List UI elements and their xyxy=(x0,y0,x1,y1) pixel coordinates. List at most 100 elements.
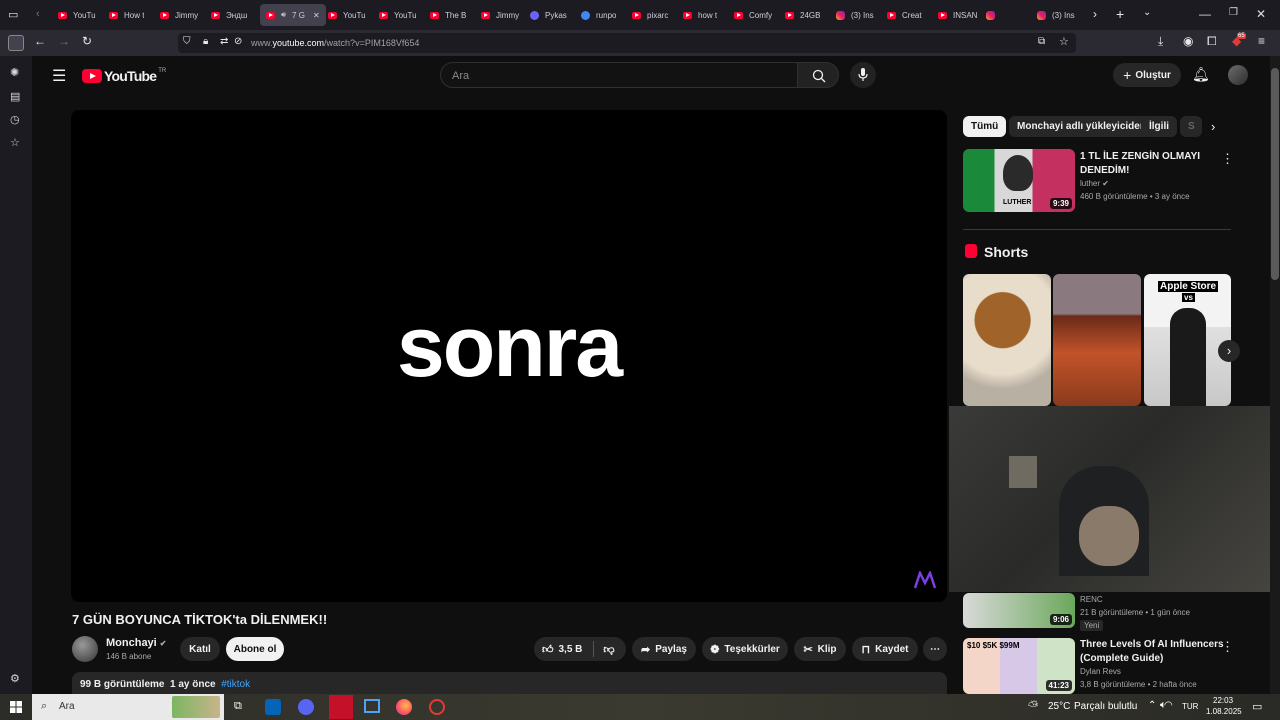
related-video-title[interactable]: 1 TL İLE ZENGİN OLMAYI DENEDİM! xyxy=(1080,150,1200,178)
weather-description[interactable]: Parçalı bulutlu xyxy=(1074,701,1137,712)
chip-related[interactable]: İlgili xyxy=(1141,116,1177,137)
thanks-button[interactable]: ❁ Teşekkürler xyxy=(702,637,788,661)
minimize-icon[interactable]: — xyxy=(1199,7,1211,21)
browser-tab[interactable]: Jimmy xyxy=(160,4,198,26)
channel-avatar[interactable] xyxy=(72,636,98,662)
extensions-icon[interactable]: ⧠ xyxy=(1207,34,1217,49)
video-player[interactable]: sonra xyxy=(71,110,947,602)
share-button[interactable]: ➦ Paylaş xyxy=(632,637,696,661)
chips-next-icon[interactable]: › xyxy=(1211,119,1215,134)
notifications-bell-icon[interactable]: 🔔︎ xyxy=(1192,66,1210,83)
taskbar-search[interactable]: ⌕ Ara xyxy=(32,694,224,720)
related-channel[interactable]: RENC xyxy=(1080,595,1103,604)
search-button[interactable] xyxy=(797,62,839,88)
address-bar[interactable]: ⛉ 🔒︎ ⇄ ⊘ www.youtube.com/watch?v=PIM168V… xyxy=(178,33,1076,53)
browser-tab[interactable]: Jimmy xyxy=(481,4,519,26)
reload-icon[interactable]: ↻ xyxy=(82,34,92,48)
related-video-thumbnail[interactable]: LUTHER 9:39 xyxy=(963,149,1075,212)
app-icon[interactable] xyxy=(329,695,353,719)
browser-tab[interactable]: Pykas xyxy=(530,4,567,26)
related-video-title[interactable]: Three Levels Of AI Influencers (Complete … xyxy=(1080,638,1224,666)
browser-tab[interactable]: How t xyxy=(109,4,144,26)
join-button[interactable]: Katıl xyxy=(180,637,220,661)
scrollbar-thumb[interactable] xyxy=(1271,68,1279,280)
short-thumbnail[interactable] xyxy=(963,274,1051,406)
short-thumbnail[interactable]: Apple Store vs xyxy=(1144,274,1231,406)
synced-tabs-icon[interactable]: ▤ xyxy=(10,90,20,103)
related-video-thumbnail[interactable]: $10 $5K $99M 41:23 xyxy=(963,638,1075,694)
related-channel[interactable]: Dylan Revs xyxy=(1080,667,1121,676)
browser-tab[interactable]: YouTu xyxy=(328,4,366,26)
menu-icon[interactable]: ≡ xyxy=(1258,34,1265,48)
browser-tab[interactable]: YouTu xyxy=(58,4,96,26)
browser-tab[interactable]: YouTu xyxy=(379,4,417,26)
short-thumbnail[interactable] xyxy=(1053,274,1141,406)
avatar[interactable] xyxy=(1228,65,1248,85)
voice-search-button[interactable] xyxy=(850,62,876,88)
outlook-icon[interactable] xyxy=(265,699,281,715)
dislike-icon[interactable]: 👎︎ xyxy=(603,643,614,656)
channel-name-row[interactable]: Monchayi ✔ xyxy=(106,637,167,649)
shorts-next-button[interactable]: › xyxy=(1218,340,1240,362)
scroll-right-icon[interactable]: › xyxy=(1093,7,1097,21)
browser-tab[interactable]: Comfy xyxy=(734,4,772,26)
channel-name[interactable]: Monchayi xyxy=(106,637,157,649)
search-input[interactable]: Ara xyxy=(440,62,798,88)
shield-icon[interactable]: ⛉ xyxy=(183,36,191,47)
clock-time[interactable]: 22:03 xyxy=(1213,696,1233,705)
remote-desktop-icon[interactable] xyxy=(364,699,380,713)
tab-overview-icon[interactable]: ▭ xyxy=(8,8,18,21)
scroll-left-icon[interactable]: ‹ xyxy=(36,8,40,20)
browser-tab[interactable]: 🔊︎ 7 G ✕ xyxy=(260,4,326,26)
weather-temperature[interactable]: 25°C xyxy=(1048,701,1070,712)
browser-tab[interactable]: Эндш xyxy=(211,4,247,26)
browser-tab[interactable]: (3) Ins xyxy=(836,4,874,26)
download-icon[interactable]: ⤓ xyxy=(1158,34,1163,49)
clock-date[interactable]: 1.08.2025 xyxy=(1206,707,1242,716)
chevron-up-icon[interactable]: ⌃ xyxy=(1148,700,1156,711)
hashtag-link[interactable]: #tiktok xyxy=(221,679,250,690)
volume-icon[interactable]: 🔈︎ xyxy=(1160,699,1167,712)
browser-tab[interactable]: INSAN xyxy=(938,4,977,26)
bookmark-star-icon[interactable]: ☆ xyxy=(1059,35,1069,48)
like-count[interactable]: 3,5 B xyxy=(559,644,583,655)
related-channel-row[interactable]: luther ✔ xyxy=(1080,179,1109,188)
settings-icon[interactable]: ⚙ xyxy=(10,672,20,685)
account-icon[interactable]: ◉ xyxy=(1183,34,1193,48)
browser-tab[interactable]: (3) Ins xyxy=(1037,4,1075,26)
audio-playing-icon[interactable]: 🔊︎ xyxy=(281,10,286,20)
hamburger-menu-icon[interactable]: ☰ xyxy=(52,66,66,86)
browser-tab[interactable]: pixarc xyxy=(632,4,668,26)
more-actions-button[interactable]: ⋯ xyxy=(923,637,947,661)
sidebar-toggle-icon[interactable] xyxy=(8,35,24,51)
ai-chat-icon[interactable]: ✺ xyxy=(10,66,19,79)
history-icon[interactable]: ◷ xyxy=(10,113,20,126)
language-indicator[interactable]: TUR xyxy=(1182,702,1198,711)
browser-tab[interactable]: Creat xyxy=(887,4,922,26)
channel-watermark-icon[interactable] xyxy=(914,571,936,589)
obs-icon[interactable] xyxy=(429,699,445,715)
back-icon[interactable]: ← xyxy=(34,34,46,48)
save-button[interactable]: ⊓ Kaydet xyxy=(852,637,918,661)
notification-center-icon[interactable]: ▭ xyxy=(1252,700,1262,713)
permissions-icon[interactable]: ⇄ xyxy=(220,36,228,47)
description-box[interactable]: 99 B görüntüleme 1 ay önce #tiktok xyxy=(72,672,947,694)
weather-icon[interactable]: ⛅︎ xyxy=(1028,698,1038,714)
chip-partial[interactable]: S xyxy=(1180,116,1202,137)
page-scrollbar[interactable] xyxy=(1270,56,1280,694)
browser-tab[interactable]: how t xyxy=(683,4,717,26)
subscribe-button[interactable]: Abone ol xyxy=(226,637,284,661)
browser-tab[interactable]: runpo xyxy=(581,4,616,26)
youtube-logo[interactable]: YouTube TR xyxy=(82,68,166,84)
related-video-thumbnail[interactable]: 9:06 xyxy=(963,593,1075,628)
more-vertical-icon[interactable]: ⋮ xyxy=(1221,151,1234,167)
picture-in-picture-icon[interactable]: ⧉ xyxy=(1038,36,1045,47)
restore-icon[interactable]: ❐ xyxy=(1229,7,1238,18)
chip-all[interactable]: Tümü xyxy=(963,116,1007,137)
close-window-icon[interactable]: ✕ xyxy=(1256,7,1266,21)
tab-list-icon[interactable]: ⌄ xyxy=(1143,7,1151,18)
close-tab-icon[interactable]: ✕ xyxy=(313,11,320,20)
clip-button[interactable]: ✂ Klip xyxy=(794,637,846,661)
like-icon[interactable]: 👍︎ xyxy=(542,643,554,656)
chip-from-uploader[interactable]: Monchayi adlı yükleyiciden xyxy=(1009,116,1154,137)
